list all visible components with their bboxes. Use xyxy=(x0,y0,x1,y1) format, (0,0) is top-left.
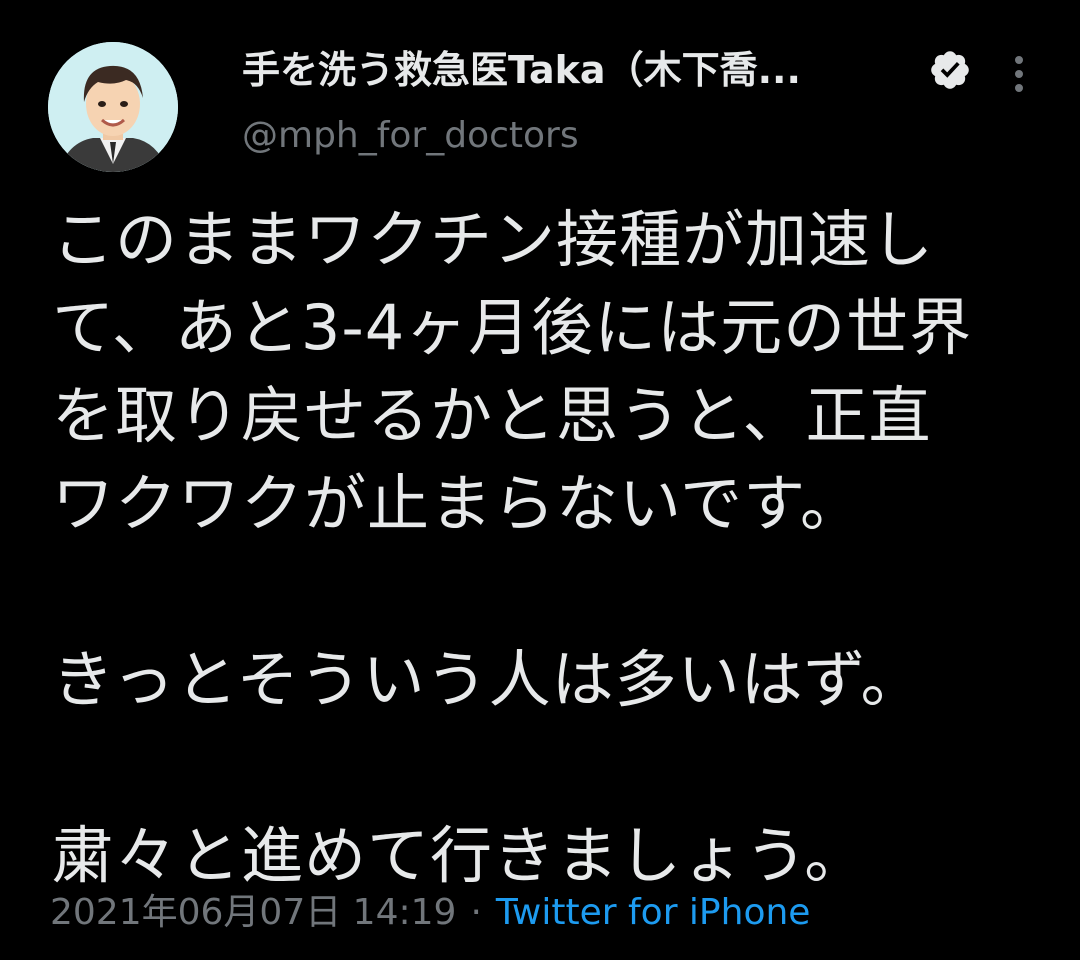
tweet-line: きっとそういう人は多いはず。 xyxy=(52,643,924,716)
tweet-text: このままワクチン接種が加速し て、あと3-4ヶ月後には元の世界 を取り戻せるかと… xyxy=(52,196,1052,900)
user-handle[interactable]: @mph_for_doctors xyxy=(242,112,579,160)
avatar-illustration xyxy=(48,42,178,172)
tweet-meta: 2021年06月07日 14:19 · Twitter for iPhone xyxy=(50,888,810,938)
tweet-line: を取り戻せるかと思うと、正直 xyxy=(52,379,932,452)
tweet-source-link[interactable]: Twitter for iPhone xyxy=(496,892,811,933)
tweet-line: て、あと3-4ヶ月後には元の世界 xyxy=(52,291,973,364)
tweet-line: ワクワクが止まらないです。 xyxy=(52,467,863,540)
tweet-line: このままワクチン接種が加速し xyxy=(52,203,935,276)
verified-badge-icon xyxy=(928,48,972,92)
avatar[interactable] xyxy=(48,42,178,172)
tweet-timestamp[interactable]: 2021年06月07日 14:19 xyxy=(50,892,456,933)
more-vertical-icon[interactable] xyxy=(1004,50,1034,98)
tweet: 手を洗う救急医Taka（木下喬... @mph_for_doctors このまま… xyxy=(0,0,1080,960)
display-name[interactable]: 手を洗う救急医Taka（木下喬... xyxy=(242,44,801,96)
tweet-line: 粛々と進めて行きましょう。 xyxy=(52,819,868,892)
meta-separator: · xyxy=(470,892,482,933)
